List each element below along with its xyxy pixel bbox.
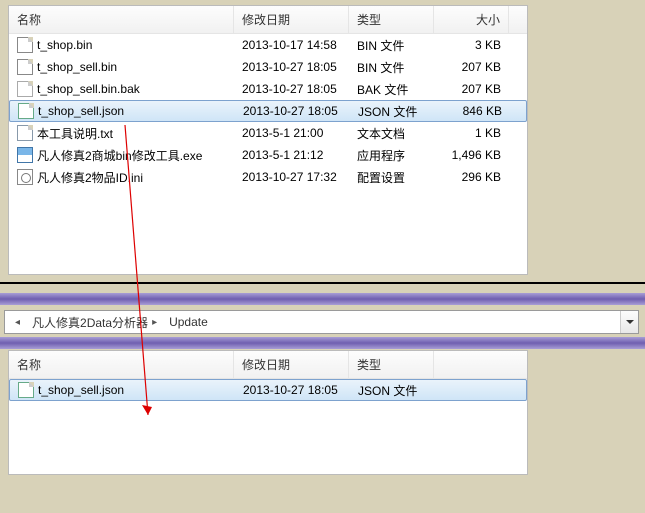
file-date-cell: 2013-10-27 17:32: [234, 170, 349, 184]
file-size-cell: 846 KB: [435, 104, 510, 118]
file-row[interactable]: t_shop.bin 2013-10-17 14:58BIN 文件3 KB: [9, 34, 527, 56]
chevron-left-icon: ◂: [15, 317, 20, 328]
file-row[interactable]: t_shop_sell.bin.bak 2013-10-27 18:05BAK 文…: [9, 78, 527, 100]
column-header-row: 名称 修改日期 类型 大小: [9, 6, 527, 34]
file-date-cell: 2013-5-1 21:12: [234, 148, 349, 162]
col-header-size[interactable]: 大小: [434, 6, 509, 33]
file-name-label: t_shop_sell.json: [38, 104, 124, 118]
file-rows-container-bottom: t_shop_sell.json 2013-10-27 18:05JSON 文件: [9, 379, 527, 401]
file-file-icon: [17, 37, 33, 53]
chevron-right-icon: ▸: [152, 317, 157, 328]
breadcrumb-segment-0[interactable]: 凡人修真2Data分析器 ▸: [26, 311, 163, 333]
file-name-cell: 凡人修真2商城bin修改工具.exe: [9, 147, 234, 164]
breadcrumb-label-0: 凡人修真2Data分析器: [32, 314, 148, 331]
file-type-cell: BIN 文件: [349, 59, 434, 76]
breadcrumb-label-1: Update: [169, 315, 208, 329]
file-size-cell: 207 KB: [434, 60, 509, 74]
file-row[interactable]: 凡人修真2商城bin修改工具.exe 2013-5-1 21:12应用程序1,49…: [9, 144, 527, 166]
json-file-icon: [18, 103, 34, 119]
file-name-cell: 本工具说明.txt: [9, 125, 234, 142]
file-file-icon: [17, 59, 33, 75]
file-size-cell: 296 KB: [434, 170, 509, 184]
file-type-cell: 文本文档: [349, 125, 434, 142]
file-name-label: 凡人修真2物品ID.ini: [37, 169, 143, 186]
file-name-label: t_shop_sell.bin.bak: [37, 82, 140, 96]
col-header-name[interactable]: 名称: [9, 6, 234, 33]
file-list-bottom: 名称 修改日期 类型 t_shop_sell.json 2013-10-27 18…: [8, 350, 528, 475]
exe-file-icon: [17, 147, 33, 163]
file-name-label: 凡人修真2商城bin修改工具.exe: [37, 147, 202, 164]
file-type-cell: BAK 文件: [349, 81, 434, 98]
col-header-date-bottom[interactable]: 修改日期: [234, 351, 349, 378]
file-name-label: t_shop_sell.bin: [37, 60, 117, 74]
file-size-cell: 1,496 KB: [434, 148, 509, 162]
json-file-icon: [18, 382, 34, 398]
file-name-label: 本工具说明.txt: [37, 125, 113, 142]
file-rows-container: t_shop.bin2013-10-17 14:58BIN 文件3 KBt_sh…: [9, 34, 527, 188]
file-size-cell: 207 KB: [434, 82, 509, 96]
col-header-name-bottom[interactable]: 名称: [9, 351, 234, 378]
file-row[interactable]: t_shop_sell.bin 2013-10-27 18:05BIN 文件207…: [9, 56, 527, 78]
file-type-cell: 配置设置: [349, 169, 434, 186]
separator-line: [0, 282, 645, 284]
col-header-type[interactable]: 类型: [349, 6, 434, 33]
file-name-label: t_shop.bin: [37, 38, 92, 52]
file-date-cell: 2013-10-27 18:05: [235, 383, 350, 397]
file-date-cell: 2013-5-1 21:00: [234, 126, 349, 140]
file-row[interactable]: 凡人修真2物品ID.ini 2013-10-27 17:32配置设置296 KB: [9, 166, 527, 188]
file-type-cell: JSON 文件: [350, 382, 435, 399]
file-name-cell: t_shop_sell.bin: [9, 59, 234, 75]
file-type-cell: JSON 文件: [350, 103, 435, 120]
file-date-cell: 2013-10-17 14:58: [234, 38, 349, 52]
file-name-cell: t_shop_sell.json: [10, 103, 235, 119]
bak-file-icon: [17, 81, 33, 97]
file-size-cell: 3 KB: [434, 38, 509, 52]
file-name-cell: t_shop_sell.json: [10, 382, 235, 398]
file-type-cell: 应用程序: [349, 147, 434, 164]
file-name-cell: t_shop_sell.bin.bak: [9, 81, 234, 97]
breadcrumb-back-chev[interactable]: ◂: [5, 311, 26, 333]
col-header-date[interactable]: 修改日期: [234, 6, 349, 33]
file-date-cell: 2013-10-27 18:05: [234, 60, 349, 74]
breadcrumb[interactable]: ◂ 凡人修真2Data分析器 ▸ Update: [4, 310, 639, 334]
file-name-cell: t_shop.bin: [9, 37, 234, 53]
file-date-cell: 2013-10-27 18:05: [234, 82, 349, 96]
col-header-type-bottom[interactable]: 类型: [349, 351, 434, 378]
chevron-down-icon: [626, 320, 634, 324]
file-name-cell: 凡人修真2物品ID.ini: [9, 169, 234, 186]
column-header-row-bottom: 名称 修改日期 类型: [9, 351, 527, 379]
purple-band-lower: [0, 337, 645, 349]
purple-band-upper: [0, 293, 645, 305]
breadcrumb-dropdown-button[interactable]: [620, 311, 638, 333]
file-list-top: 名称 修改日期 类型 大小 t_shop.bin 2013-10-17 14:58…: [8, 5, 528, 275]
txt-file-icon: [17, 125, 33, 141]
file-row[interactable]: 本工具说明.txt 2013-5-1 21:00文本文档1 KB: [9, 122, 527, 144]
file-row[interactable]: t_shop_sell.json 2013-10-27 18:05JSON 文件: [9, 379, 527, 401]
file-date-cell: 2013-10-27 18:05: [235, 104, 350, 118]
breadcrumb-segment-1[interactable]: Update: [163, 311, 214, 333]
file-size-cell: 1 KB: [434, 126, 509, 140]
file-row[interactable]: t_shop_sell.json 2013-10-27 18:05JSON 文件8…: [9, 100, 527, 122]
file-type-cell: BIN 文件: [349, 37, 434, 54]
ini-file-icon: [17, 169, 33, 185]
file-name-label: t_shop_sell.json: [38, 383, 124, 397]
